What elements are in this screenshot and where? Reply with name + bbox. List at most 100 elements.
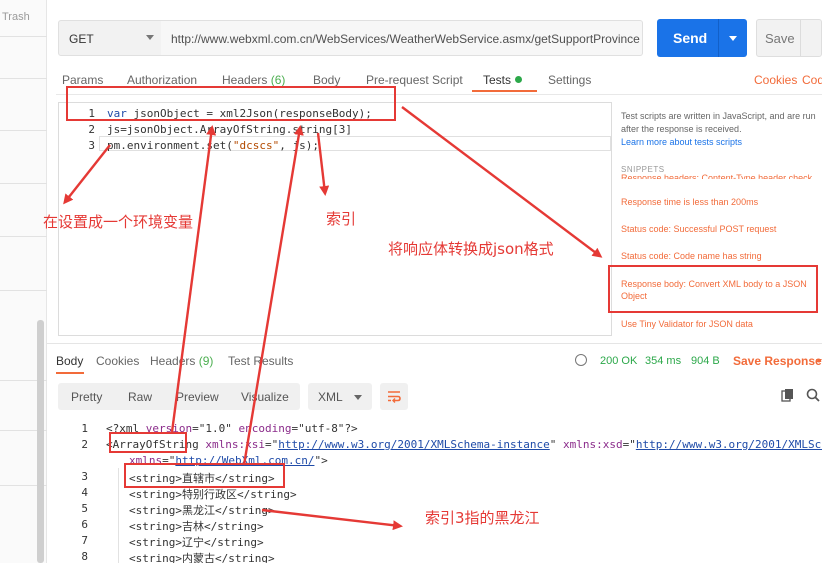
xml-attr: xmlns:xsi <box>205 438 265 451</box>
format-label: XML <box>318 390 343 404</box>
chevron-down-icon <box>146 35 154 40</box>
cookies-link[interactable]: Cookies <box>754 73 797 87</box>
sidebar-divider <box>0 36 47 37</box>
globe-icon[interactable] <box>575 354 587 366</box>
tab-test-results[interactable]: Test Results <box>228 354 293 368</box>
snippet-link[interactable]: Response time is less than 200ms <box>621 196 816 208</box>
save-button[interactable]: Save <box>756 19 822 57</box>
xml-text: 黑龙江 <box>181 504 215 517</box>
sidebar-trash-label[interactable]: Trash <box>2 11 30 23</box>
snippet-link[interactable]: Status code: Successful POST request <box>621 223 816 235</box>
code-string: "dcscs" <box>232 139 280 152</box>
xml-text: 特别行政区 <box>181 488 237 501</box>
xml-string-line: <string>辽宁</string> <box>129 534 264 550</box>
send-button[interactable]: Send <box>657 19 747 57</box>
method-label: GET <box>69 32 94 46</box>
xml-url[interactable]: http://www.w3.org/2001/XMLSchema <box>636 438 822 451</box>
xml-tag: </string> <box>236 488 297 501</box>
tab-settings[interactable]: Settings <box>548 73 591 87</box>
tab-tests-label: Tests <box>483 73 512 87</box>
xml-text: 内蒙古 <box>181 552 215 563</box>
xml-text: 吉林 <box>181 520 204 533</box>
tab-headers[interactable]: Headers (6) <box>222 73 285 87</box>
tests-help-text: Test scripts are written in JavaScript, … <box>621 111 816 134</box>
view-raw-button[interactable]: Raw <box>128 390 152 404</box>
view-pretty-button[interactable]: Pretty <box>71 390 102 404</box>
annotation-box-convert <box>66 86 396 121</box>
chevron-down-icon <box>354 395 362 400</box>
tab-params[interactable]: Params <box>62 73 103 87</box>
save-response-button[interactable]: Save Response <box>733 354 822 368</box>
tab-body[interactable]: Body <box>313 73 340 87</box>
view-preview-button[interactable]: Preview <box>176 390 219 404</box>
xml-tag: <string> <box>129 504 182 517</box>
line-number: 2 <box>81 438 88 451</box>
format-select[interactable]: XML <box>308 383 372 410</box>
sidebar-strip: Trash <box>0 0 47 563</box>
line-number: 6 <box>81 518 88 531</box>
code-line: js=jsonObject.ArrayOfString.string[3] <box>107 123 353 136</box>
response-divider <box>47 343 822 344</box>
code-text: , js); <box>279 139 319 152</box>
sidebar-divider <box>0 78 47 79</box>
xml-value: ="1.0" <box>192 422 239 435</box>
send-button-label: Send <box>673 30 708 46</box>
xml-line: <ArrayOfString xmlns:xsi="http://www.w3.… <box>106 438 822 451</box>
wrap-lines-button[interactable] <box>380 383 408 410</box>
sidebar-divider <box>0 130 47 131</box>
xml-attr: xmlns:xsd <box>562 438 623 451</box>
annotation-env-var: 在设置成一个环境变量 <box>43 213 194 231</box>
search-icon[interactable] <box>806 388 820 402</box>
tab-tests[interactable]: Tests <box>483 73 523 87</box>
snippet-link[interactable]: Use Tiny Validator for JSON data <box>621 318 816 330</box>
tab-authorization[interactable]: Authorization <box>127 73 197 87</box>
xml-string-line: <string>内蒙古</string> <box>129 550 275 563</box>
annotation-box-string <box>124 463 285 488</box>
status-code[interactable]: 200 OK <box>600 355 637 367</box>
xml-tag: <string> <box>129 520 182 533</box>
snippet-link[interactable]: Response headers: Content-Type header ch… <box>621 172 816 179</box>
chevron-down-icon[interactable] <box>816 359 822 363</box>
xml-text: 辽宁 <box>181 536 204 549</box>
line-number: 3 <box>81 470 88 483</box>
sidebar-divider <box>0 236 47 237</box>
line-number: 5 <box>81 502 88 515</box>
tab-headers-count: (6) <box>270 73 286 87</box>
xml-value: "> <box>314 454 328 467</box>
xml-tag: </string> <box>203 520 264 533</box>
xml-tag: </string> <box>214 504 275 517</box>
xml-url[interactable]: http://www.w3.org/2001/XMLSchema-instanc… <box>278 438 550 451</box>
view-visualize-button[interactable]: Visualize <box>241 390 289 404</box>
line-number: 2 <box>88 123 95 136</box>
xml-attr: encoding <box>238 422 292 435</box>
annotation-arrow <box>261 508 403 531</box>
learn-more-link[interactable]: Learn more about tests scripts <box>621 137 742 147</box>
annotation-index3: 索引3指的黑龙江 <box>425 509 540 527</box>
annotation-convert: 将响应体转换成json格式 <box>388 240 554 258</box>
code-link[interactable]: Code <box>802 73 822 87</box>
line-number: 1 <box>81 422 88 435</box>
indent-guide <box>118 468 119 563</box>
url-text: http://www.webxml.com.cn/WebServices/Wea… <box>171 32 640 46</box>
chevron-down-icon[interactable] <box>729 36 737 41</box>
xml-tag: <string> <box>129 552 182 563</box>
copy-icon[interactable] <box>781 388 795 402</box>
xml-string-line: <string>黑龙江</string> <box>129 502 275 518</box>
url-input[interactable]: http://www.webxml.com.cn/WebServices/Wea… <box>161 20 643 56</box>
xml-tag: ?> <box>344 422 358 435</box>
snippet-link[interactable]: Status code: Code name has string <box>621 250 816 262</box>
tab-response-body[interactable]: Body <box>56 354 83 368</box>
send-divider <box>718 19 719 57</box>
tab-response-headers[interactable]: Headers (9) <box>150 354 213 368</box>
response-time[interactable]: 354 ms <box>645 355 681 367</box>
response-size[interactable]: 904 B <box>691 355 720 367</box>
tab-prerequest[interactable]: Pre-request Script <box>366 73 463 87</box>
view-mode-group: Pretty Raw Preview Visualize <box>58 383 300 410</box>
annotation-index: 索引 <box>326 210 357 228</box>
sidebar-scrollbar[interactable] <box>37 320 44 563</box>
tab-response-cookies[interactable]: Cookies <box>96 354 139 368</box>
xml-string-line: <string>特别行政区</string> <box>129 486 297 502</box>
save-divider <box>800 20 801 56</box>
active-tab-indicator <box>56 372 84 374</box>
wrap-lines-icon <box>388 391 401 403</box>
